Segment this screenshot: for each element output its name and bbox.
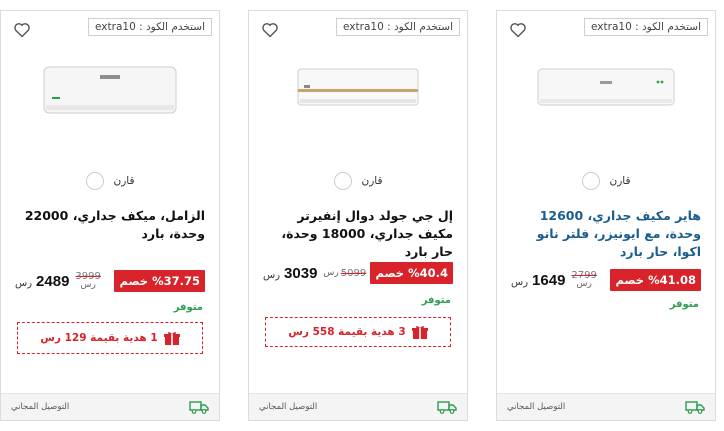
delivery-footer: التوصيل المجاني (497, 393, 715, 420)
coupon-label: استخدم الكود : extra10 (336, 18, 460, 36)
gift-offer[interactable]: 3 هدية بقيمة 558 رس (265, 317, 451, 347)
price-currency: رس (511, 276, 529, 288)
current-price: 1649 رس (511, 272, 565, 289)
delivery-footer: التوصيل المجاني (249, 393, 467, 420)
old-price-currency: رس (80, 280, 96, 290)
compare-label: قارن (361, 175, 383, 187)
gift-offer[interactable]: 1 هدية بقيمة 129 رس (17, 322, 203, 354)
gift-label: 3 هدية بقيمة 558 رس (288, 326, 406, 338)
delivery-footer: التوصيل المجاني (1, 393, 219, 420)
delivery-label: التوصيل المجاني (259, 402, 318, 412)
stock-status: متوفر (173, 302, 203, 313)
delivery-label: التوصيل المجاني (507, 402, 566, 412)
truck-icon (685, 401, 705, 414)
old-price: 5099 رس (323, 267, 367, 279)
gift-label: 1 هدية بقيمة 129 رس (40, 332, 158, 344)
discount-badge: %37.75 خصم (114, 270, 205, 292)
compare-checkbox[interactable] (333, 172, 352, 190)
old-price-currency: رس (323, 267, 339, 278)
compare-toggle[interactable]: قارن (1, 172, 219, 190)
compare-toggle[interactable]: قارن (497, 172, 715, 190)
price-value: 2489 (36, 272, 70, 290)
compare-checkbox[interactable] (85, 172, 104, 190)
price-value: 1649 (532, 271, 566, 289)
product-image[interactable] (296, 63, 420, 113)
product-title[interactable]: الزامل، ميكف جداري، 22000 وحدة، بارد (15, 207, 205, 243)
old-price-value: 5099 (340, 267, 367, 279)
delivery-label: التوصيل المجاني (11, 402, 70, 412)
stock-status: متوفر (669, 299, 699, 310)
heart-icon[interactable] (509, 22, 527, 38)
old-price: 3999 رس (75, 272, 100, 290)
gift-icon (411, 325, 428, 339)
product-card[interactable]: استخدم الكود : extra10 قارن إل جي جولد د… (248, 10, 468, 421)
product-title[interactable]: هاير مكيف جداري، 12600 وحدة، مع ايونيزر،… (511, 207, 701, 261)
stock-status: متوفر (421, 295, 451, 306)
price-currency: رس (263, 269, 281, 281)
price-row: %40.4 خصم 5099 رس 3039 رس (263, 260, 453, 286)
coupon-label: استخدم الكود : extra10 (88, 18, 212, 36)
product-image[interactable] (536, 63, 676, 113)
price-currency: رس (15, 277, 33, 289)
product-card[interactable]: استخدم الكود : extra10 قارن الزامل، ميكف… (0, 10, 220, 421)
coupon-label: استخدم الكود : extra10 (584, 18, 708, 36)
product-title[interactable]: إل جي جولد دوال إنفيرتر مكيف جداري، 1800… (263, 207, 453, 261)
heart-icon[interactable] (261, 22, 279, 38)
compare-toggle[interactable]: قارن (249, 172, 467, 190)
current-price: 2489 رس (15, 273, 69, 290)
product-image[interactable] (42, 63, 178, 119)
compare-checkbox[interactable] (581, 172, 600, 190)
truck-icon (437, 401, 457, 414)
compare-label: قارن (609, 175, 631, 187)
heart-icon[interactable] (13, 22, 31, 38)
discount-badge: %41.08 خصم (610, 269, 701, 291)
price-row: %37.75 خصم 3999 رس 2489 رس (15, 268, 205, 294)
gift-icon (163, 331, 180, 345)
old-price: 2799 رس (571, 271, 596, 289)
discount-badge: %40.4 خصم (370, 262, 453, 284)
price-value: 3039 (284, 264, 318, 282)
old-price-currency: رس (576, 279, 592, 289)
price-row: %41.08 خصم 2799 رس 1649 رس (511, 267, 701, 293)
product-card[interactable]: استخدم الكود : extra10 قارن هاير مكيف جد… (496, 10, 716, 421)
truck-icon (189, 401, 209, 414)
current-price: 3039 رس (263, 265, 317, 282)
compare-label: قارن (113, 175, 135, 187)
